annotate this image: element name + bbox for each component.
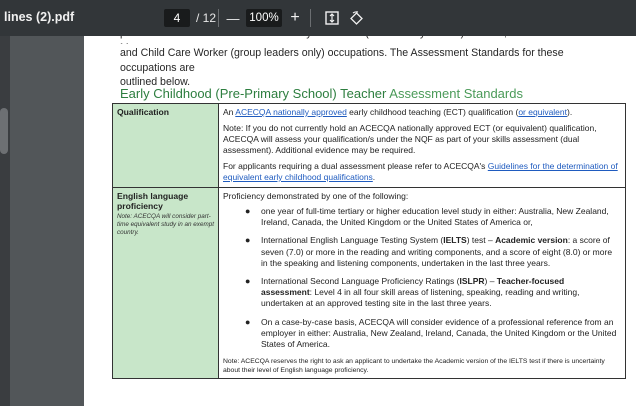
list-item: ● one year of full-time tertiary or highe… (223, 206, 621, 228)
text-bold: Academic version (495, 235, 568, 246)
zoom-out-button[interactable]: — (226, 6, 240, 30)
intro-paragraph: person's skills are assessed for the Ear… (120, 36, 620, 90)
zoom-in-button[interactable]: + (288, 6, 302, 30)
row-label: English language proficiency (117, 191, 189, 212)
rotate-icon (349, 10, 363, 25)
intro-line: and Child Care Worker (group leaders onl… (120, 47, 564, 74)
text-span: ) – (484, 276, 497, 287)
list-item: ● International Second Language Proficien… (223, 276, 621, 310)
section-heading: Early Childhood (Pre-Primary School) Tea… (120, 86, 523, 101)
page-total: / 12 (196, 11, 217, 25)
text-span: ). (567, 107, 573, 117)
text-span: early childhood teaching (ECT) qualifica… (346, 107, 519, 117)
rotate-button[interactable] (346, 6, 366, 30)
zoom-level[interactable]: 100% (246, 9, 282, 27)
row-content-cell: Proficiency demonstrated by one of the f… (218, 186, 626, 380)
requirements-list: ● one year of full-time tertiary or highe… (223, 206, 621, 350)
table-row: Qualification An ACECQA nationally appro… (112, 103, 626, 188)
text-bold: IELTS (443, 235, 467, 246)
fit-page-icon (325, 11, 339, 25)
row-label: Qualification (117, 107, 170, 117)
acecqa-approved-link[interactable]: ACECQA nationally approved (235, 107, 347, 117)
bullet: ● (245, 235, 251, 246)
proficiency-intro: Proficiency demonstrated by one of the f… (223, 191, 409, 201)
table-row: English language proficiency Note: ACECQ… (112, 186, 626, 380)
text-span: An (223, 107, 236, 117)
list-item: ● International English Language Testing … (223, 235, 621, 269)
text-span: . (372, 172, 376, 182)
heading-subtitle: Assessment Standards (389, 86, 523, 101)
toolbar-divider (218, 9, 219, 27)
text-span: one year of full-time tertiary or higher… (261, 206, 609, 228)
list-item: ● On a case-by-case basis, ACECQA will co… (223, 317, 621, 351)
heading-title: Early Childhood (Pre-Primary School) Tea… (120, 86, 387, 101)
qualification-note: Note: If you do not currently hold an AC… (223, 123, 597, 155)
row-label-cell: English language proficiency Note: ACECQ… (112, 186, 219, 380)
text-span: International Second Language Proficienc… (261, 276, 460, 287)
text-span: For applicants requiring a dual assessme… (223, 161, 488, 171)
bullet: ● (245, 276, 251, 287)
document-title: lines (2).pdf (4, 10, 75, 24)
qualification-text: An ACECQA nationally approved early chil… (223, 107, 621, 118)
or-equivalent-link[interactable]: or equivalent (518, 107, 567, 117)
text-bold: ISLPR (459, 276, 485, 287)
fit-page-button[interactable] (322, 6, 342, 30)
row-label-note: Note: ACECQA will consider part-time equ… (117, 212, 214, 237)
row-label-cell: Qualification (112, 103, 219, 188)
page-number-input[interactable]: 4 (164, 9, 190, 27)
intro-line: person's skills are assessed for the Ear… (120, 36, 595, 44)
assessment-table: Qualification An ACECQA nationally appro… (112, 103, 626, 380)
text-span: : Level 4 in all four skill areas of lis… (261, 287, 580, 309)
sidebar-strip (0, 36, 10, 406)
bullet: ● (245, 316, 251, 327)
bullet: ● (245, 206, 251, 216)
pdf-toolbar: lines (2).pdf 4 / 12 — 100% + (0, 0, 636, 36)
text-span: ) test – (466, 235, 496, 246)
row-content-cell: An ACECQA nationally approved early chil… (218, 103, 626, 188)
text-span: International English Language Testing S… (261, 235, 444, 246)
toolbar-divider (310, 9, 311, 27)
footer-note: Note: ACECQA reserves the right to ask a… (223, 358, 605, 375)
dual-assessment-text: For applicants requiring a dual assessme… (223, 161, 621, 183)
pdf-page: person's skills are assessed for the Ear… (84, 36, 636, 406)
scrollbar-thumb[interactable] (0, 108, 8, 154)
text-span: On a case-by-case basis, ACECQA will con… (261, 316, 617, 350)
